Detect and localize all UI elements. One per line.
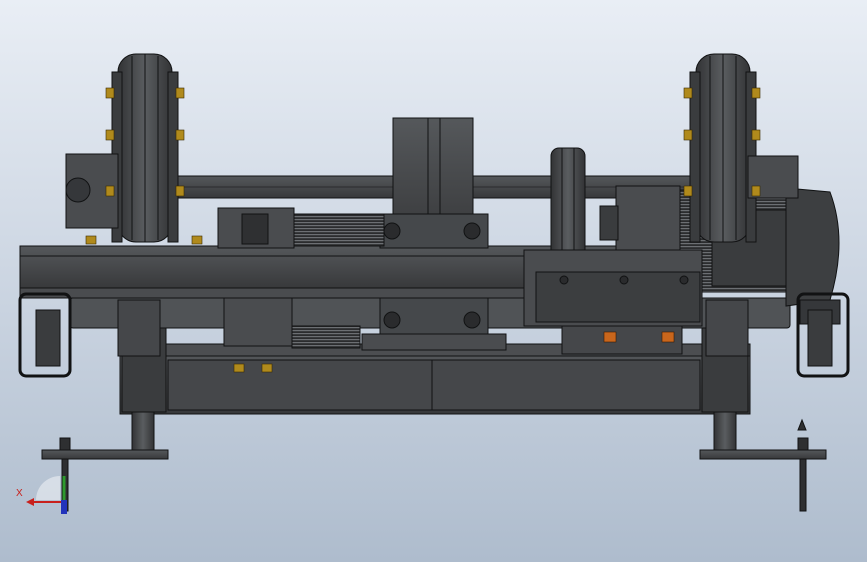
right-foot bbox=[699, 411, 827, 512]
orientation-triad: X bbox=[16, 476, 67, 514]
cad-viewport[interactable]: X bbox=[0, 0, 867, 562]
z-axis bbox=[61, 500, 67, 514]
x-axis-label: X bbox=[16, 488, 23, 499]
cad-model-drawing[interactable] bbox=[0, 0, 867, 562]
triad-plane bbox=[36, 476, 60, 500]
x-arrow bbox=[26, 498, 34, 506]
